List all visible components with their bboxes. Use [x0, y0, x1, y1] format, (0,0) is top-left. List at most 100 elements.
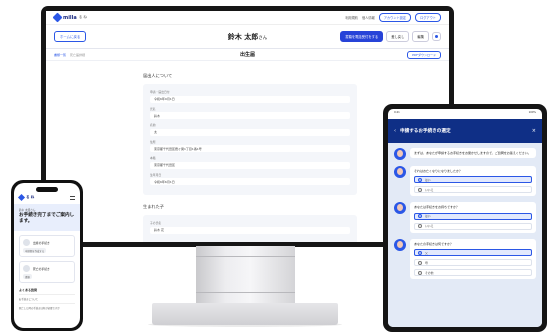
back-home-button[interactable]: ホームに戻る [54, 31, 87, 42]
question-text: まずは、あなたが申請するお手続きをお聞かせしますので、ご質問をお答えください。 [414, 151, 531, 155]
option-label: その他 [425, 270, 434, 275]
logo-subtext: る ね [78, 15, 87, 19]
question-bubble: まずは、あなたが申請するお手続きをお聞かせしますので、ご質問をお答えください。 [410, 148, 536, 159]
question-text: あなたは手続きをお持ちですか？ [414, 205, 460, 210]
app-logo[interactable]: milla る ね [52, 12, 87, 23]
page-title: 出生届 [239, 52, 255, 58]
smartphone: る ね 鈴木 太郎さん お手続き完了までご案内します。 出産の手続き 申請書を作… [11, 180, 83, 331]
header-row: ホームに戻る 鈴木 太郎さん 書類を電話受付をする 差し戻し 編集 [46, 25, 449, 49]
answer-option[interactable]: その他 [414, 269, 532, 277]
menu-icon[interactable] [70, 195, 75, 200]
phone-logo[interactable]: る ね [17, 193, 34, 202]
field-value[interactable]: 太 [150, 128, 350, 136]
option-label: 母 [425, 260, 428, 265]
question-text: あなたの手続きは何ですか？ [414, 241, 454, 246]
field-value[interactable]: 令和6年9月1日 [150, 95, 350, 103]
status-bar: 9:41 100% [394, 111, 536, 117]
answer-option[interactable]: はい [414, 176, 532, 184]
greeting: 鈴木 太郎さん [19, 209, 36, 212]
radio-icon[interactable] [418, 260, 422, 265]
breadcrumb-current: 死亡届詳細 [70, 52, 86, 57]
option-label: いいえ [425, 224, 434, 229]
account-settings-button[interactable]: アカウント設定 [378, 13, 412, 22]
phone-notch [36, 187, 58, 192]
applicant-card: 申請・届出日付 令和6年9月1日 氏名 鈴木名前太住所 東京都千代田区霞ヶ関1丁目1番1… [143, 84, 357, 195]
assistant-avatar-icon [394, 148, 406, 160]
user-name-text: 鈴木 太郎 [227, 32, 259, 41]
question-text: それはお亡くなりになりましたか？ [414, 169, 463, 173]
question-bubble: それはお亡くなりになりましたか？ はいいいえ [410, 166, 536, 197]
field-value[interactable]: 東京都千代田区 [150, 161, 350, 169]
breadcrumb[interactable]: 書類一覧 死亡届詳細 [54, 53, 85, 57]
phone-headline: お手続き完了までご案内します。 [19, 213, 75, 224]
radio-icon[interactable] [418, 270, 422, 275]
question-item: あなたは手続きをお持ちですか？ はいいいえ [394, 202, 536, 233]
user-icon[interactable] [432, 32, 441, 41]
download-button[interactable]: PDFダウンロード [407, 50, 441, 59]
top-links: 利用規約 個人情報 アカウント設定 ログアウト [345, 13, 441, 22]
answer-option[interactable]: はい [414, 212, 532, 220]
faq-item[interactable]: 死亡した時の手続きは何が必要ですか [19, 303, 75, 310]
radio-icon[interactable] [418, 224, 422, 229]
top-link[interactable]: 利用規約 [345, 15, 358, 20]
question-bubble: あなたの手続きは何ですか？ 父母その他 [410, 238, 536, 280]
form-field: 申請・届出日付 令和6年9月1日 [150, 90, 350, 103]
field-value[interactable]: 鈴木 花 [150, 226, 350, 234]
form-field: 子の氏名 鈴木 花 [150, 221, 350, 234]
top-bar: milla る ね 利用規約 個人情報 アカウント設定 ログアウト [46, 11, 449, 25]
assistant-avatar-icon [394, 238, 406, 251]
return-button[interactable]: 差し戻し [386, 31, 410, 42]
radio-icon[interactable] [418, 250, 422, 255]
assistant-avatar-icon [394, 166, 406, 178]
field-value[interactable]: 東京都千代田区霞ヶ関1丁目1番1号 [150, 145, 350, 152]
radio-icon[interactable] [418, 187, 422, 192]
phone-hero: 鈴木 太郎さん お手続き完了までご案内します。 [14, 204, 80, 231]
monitor-stand-neck [196, 246, 295, 304]
logo-icon [17, 193, 26, 202]
tablet-title: 申請するお手続きの選定 [400, 129, 451, 134]
question-item: あなたの手続きは何ですか？ 父母その他 [394, 238, 536, 280]
breadcrumb-link[interactable]: 書類一覧 [54, 53, 66, 57]
field-value[interactable]: 令和6年6月1日 [150, 178, 350, 185]
back-arrow-icon[interactable]: ‹ [394, 128, 396, 134]
field-label: 子の氏名 [150, 221, 162, 225]
task-card[interactable]: 死亡の手続き 書類 [19, 261, 75, 283]
task-chip[interactable]: 申請書を作成する [23, 248, 47, 253]
answer-option[interactable]: いいえ [414, 222, 532, 230]
answer-option[interactable]: いいえ [414, 186, 532, 194]
tablet-header: ‹ 申請するお手続きの選定 × [388, 119, 542, 143]
option-label: はい [425, 177, 431, 182]
field-label: 本籍 [150, 156, 156, 160]
primary-action-button[interactable]: 書類を電話受付をする [340, 31, 384, 42]
form-field: 氏名 鈴木 [150, 107, 350, 119]
status-battery: 100% [528, 111, 536, 114]
field-label: 名前 [150, 123, 156, 127]
close-icon[interactable]: × [532, 128, 536, 134]
task-icon [23, 239, 30, 246]
question-list: まずは、あなたが申請するお手続きをお聞かせしますので、ご質問をお答えください。そ… [388, 143, 542, 327]
top-link[interactable]: 個人情報 [362, 15, 375, 20]
option-label: 父 [425, 250, 428, 255]
radio-icon[interactable] [418, 214, 422, 219]
task-label: 出産の手続き [33, 240, 50, 245]
user-suffix: さん [258, 35, 268, 41]
form-field: 本籍 東京都千代田区 [150, 156, 350, 169]
tablet: 9:41 100% ‹ 申請するお手続きの選定 × まずは、あなたが申請するお手続… [383, 104, 547, 332]
answer-option[interactable]: 父 [414, 249, 532, 257]
field-value[interactable]: 鈴木 [150, 112, 350, 119]
radio-icon[interactable] [418, 177, 422, 182]
faq-item[interactable]: お手続きについて [19, 294, 75, 301]
task-card[interactable]: 出産の手続き 申請書を作成する [19, 235, 75, 257]
question-item: まずは、あなたが申請するお手続きをお聞かせしますので、ご質問をお答えください。 [394, 148, 536, 160]
field-label: 住所 [150, 139, 156, 144]
sub-header: 書類一覧 死亡届詳細 出生届 PDFダウンロード [46, 49, 449, 61]
answer-option[interactable]: 母 [414, 259, 532, 267]
device-showcase: milla る ね 利用規約 個人情報 アカウント設定 ログアウト ホームに戻る… [0, 0, 549, 336]
section-title: 届出人について [143, 73, 173, 78]
question-item: それはお亡くなりになりましたか？ はいいいえ [394, 166, 536, 197]
task-chip[interactable]: 書類 [23, 274, 32, 279]
form-field: 生年月日 令和6年6月1日 [150, 173, 350, 185]
form-field: 住所 東京都千代田区霞ヶ関1丁目1番1号 [150, 139, 350, 152]
logout-button[interactable]: ログアウト [415, 13, 441, 22]
edit-button[interactable]: 編集 [412, 31, 429, 42]
